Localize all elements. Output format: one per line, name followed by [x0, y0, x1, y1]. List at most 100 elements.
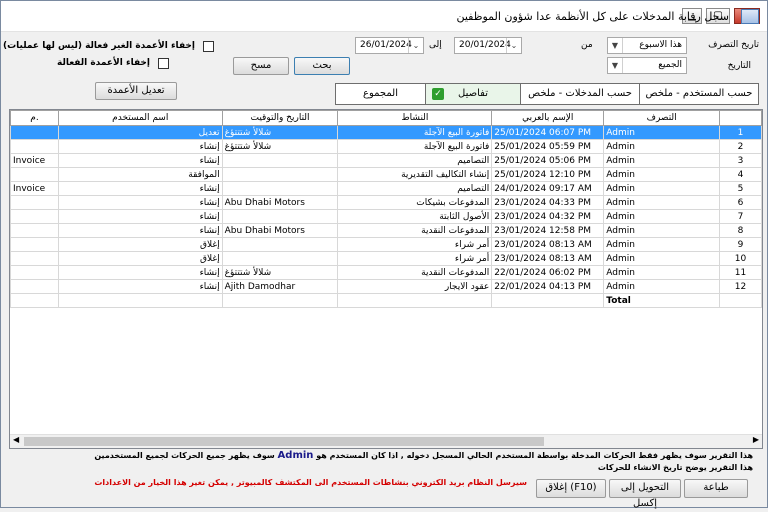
cell-arabic-name: شلالأ شتتتؤغ	[221, 125, 339, 140]
cell-extra	[10, 223, 59, 238]
scroll-thumb[interactable]	[24, 437, 544, 446]
cell-datetime: 25/01/2024 06:07 PM	[491, 125, 605, 140]
col-header-arabic-name[interactable]: الإسم بالعربي	[491, 110, 605, 126]
table-row[interactable]: الموافقة إنشاء التكاليف التقديرية 25/01/20…	[10, 167, 762, 182]
table-row[interactable]: تعديل شلالأ شتتتؤغ فاتورة البيع الآجلة 25/0…	[10, 125, 762, 140]
hide-inactive-checkbox[interactable]	[203, 41, 214, 52]
search-button[interactable]: بحث	[294, 57, 350, 75]
tab-details[interactable]: تفاصيل ✓	[425, 83, 521, 105]
date-from-picker[interactable]: 26/01/2024 ⌄	[355, 37, 424, 54]
cell-user: Admin	[603, 167, 721, 182]
col-header-action[interactable]: التصرف	[603, 110, 721, 126]
cell-action: الموافقة	[57, 167, 223, 182]
report-window: ▁ ▢ ✕ سجل رقابة المدخلات على كل الأنظمة …	[0, 0, 768, 509]
note-line-1-c: سوف يظهر جميع الحركات لجميع المستخدمين	[94, 451, 275, 460]
chevron-down-icon: ⌄	[408, 38, 423, 53]
tab-total[interactable]: المجموع	[335, 83, 426, 105]
chevron-down-icon: ▼	[608, 58, 623, 73]
table-row[interactable]: إنشاء Abu Dhabi Motors المدفوعات بشيكات 23/…	[10, 195, 762, 210]
cell-datetime: 23/01/2024 04:33 PM	[491, 195, 605, 210]
cell-user: Admin	[603, 223, 721, 238]
cell-extra	[10, 265, 59, 280]
cell-total-blank	[57, 293, 223, 308]
cell-action: إنشاء	[57, 153, 223, 168]
table-row[interactable]: إغلاق أمر شراء 23/01/2024 08:13 AM Admin 9	[10, 237, 762, 252]
cell-row-number: 10	[719, 251, 762, 266]
edit-columns-button[interactable]: تعديل الأعمدة	[95, 82, 177, 100]
scroll-left-icon[interactable]: ◀	[13, 435, 19, 444]
cell-user: Admin	[603, 265, 721, 280]
cell-datetime: 22/01/2024 06:02 PM	[491, 265, 605, 280]
to-label: إلى	[429, 40, 442, 50]
clear-button[interactable]: مسح	[233, 57, 289, 75]
cell-arabic-name: شلالأ شتتتؤغ	[221, 265, 339, 280]
print-button[interactable]: طباعة	[684, 479, 748, 498]
cell-total-label: Total	[603, 293, 721, 308]
close-button[interactable]: إغلاق (F10)	[536, 479, 606, 498]
cell-action: إنشاء	[57, 195, 223, 210]
cell-user: Admin	[603, 279, 721, 294]
cell-datetime: 25/01/2024 05:06 PM	[491, 153, 605, 168]
action-date-label: تاريخ التصرف	[708, 40, 759, 50]
cell-row-number: 7	[719, 209, 762, 224]
history-select[interactable]: الجميع ▼	[607, 57, 687, 74]
horizontal-scrollbar[interactable]: ◀ ▶	[10, 434, 762, 448]
cell-activity: المدفوعات النقدية	[337, 265, 493, 280]
table-row[interactable]: Invoice إنشاء التصاميم 24/01/2024 09:17 AM A…	[10, 181, 762, 196]
cell-action: إنشاء	[57, 139, 223, 154]
cell-action: إغلاق	[57, 237, 223, 252]
check-icon: ✓	[432, 88, 444, 100]
col-header-datetime[interactable]: التاريخ والتوقيت	[221, 110, 339, 126]
table-row[interactable]: إنشاء شلالأ شتتتؤغ المدفوعات النقدية 22/01/…	[10, 265, 762, 280]
note-line-2: هذا التقرير يوضح تاريخ الانشاء للحركات	[597, 463, 753, 472]
hide-active-checkbox[interactable]	[158, 58, 169, 69]
scroll-right-icon[interactable]: ▶	[753, 435, 759, 444]
cell-row-number: 5	[719, 181, 762, 196]
activity-grid[interactable]: م. اسم المستخدم التاريخ والتوقيت النشاط …	[9, 109, 763, 449]
table-row[interactable]: إغلاق أمر شراء 23/01/2024 08:13 AM Admin 10	[10, 251, 762, 266]
cell-arabic-name	[221, 153, 339, 168]
chevron-down-icon: ▼	[608, 38, 623, 53]
tab-details-label: تفاصيل	[458, 88, 488, 99]
hide-inactive-label: إخفاء الأعمدة الغير فعالة (ليس لها عمليا…	[3, 41, 195, 51]
export-excel-button[interactable]: التحويل إلى إكسل	[609, 479, 681, 509]
col-header-blank[interactable]	[719, 110, 762, 126]
period-select[interactable]: هذا الاسبوع ▼	[607, 37, 687, 54]
note-line-1-admin: Admin	[277, 450, 314, 461]
date-to-picker[interactable]: 20/01/2024 ⌄	[454, 37, 522, 54]
cell-total-blank	[221, 293, 339, 308]
window-title: سجل رقابة المدخلات على كل الأنظمة عدا شؤ…	[456, 10, 729, 23]
table-row[interactable]: إنشاء شلالأ شتتتؤغ فاتورة البيع الآجلة 25/0…	[10, 139, 762, 154]
cell-arabic-name	[221, 237, 339, 252]
cell-row-number: 2	[719, 139, 762, 154]
cell-action: إنشاء	[57, 181, 223, 196]
history-select-value: الجميع	[658, 60, 682, 70]
table-row[interactable]: إنشاء Ajith Damodhar عقود الايجار 22/01/202…	[10, 279, 762, 294]
col-header-extra[interactable]: م.	[10, 110, 59, 126]
cell-action: إنشاء	[57, 209, 223, 224]
cell-activity: المدفوعات النقدية	[337, 223, 493, 238]
table-row[interactable]: إنشاء Abu Dhabi Motors المدفوعات النقدية 23…	[10, 223, 762, 238]
cell-datetime: 22/01/2024 04:13 PM	[491, 279, 605, 294]
cell-extra	[10, 209, 59, 224]
cell-row-number: 11	[719, 265, 762, 280]
table-row[interactable]: Invoice إنشاء التصاميم 25/01/2024 05:06 PM A…	[10, 153, 762, 168]
cell-extra: Invoice	[10, 153, 59, 168]
cell-row-number: 9	[719, 237, 762, 252]
cell-total-blank	[10, 293, 59, 308]
cell-activity: الأصول الثابتة	[337, 209, 493, 224]
cell-activity: فاتورة البيع الآجلة	[337, 139, 493, 154]
table-row[interactable]: إنشاء الأصول الثابتة 23/01/2024 04:32 PM Ad…	[10, 209, 762, 224]
title-bar: ▁ ▢ ✕ سجل رقابة المدخلات على كل الأنظمة …	[1, 1, 767, 32]
cell-row-number: 3	[719, 153, 762, 168]
col-header-user[interactable]: اسم المستخدم	[57, 110, 223, 126]
col-header-activity[interactable]: النشاط	[337, 110, 493, 126]
tab-by-user-summary[interactable]: حسب المستخدم - ملخص	[639, 83, 759, 105]
from-label: من	[581, 40, 593, 50]
tab-by-entries-summary[interactable]: حسب المدخلات - ملخص	[520, 83, 640, 105]
cell-user: Admin	[603, 209, 721, 224]
cell-total-blank	[337, 293, 493, 308]
cell-action: إنشاء	[57, 279, 223, 294]
cell-datetime: 25/01/2024 12:10 PM	[491, 167, 605, 182]
cell-row-number: 1	[719, 125, 762, 140]
